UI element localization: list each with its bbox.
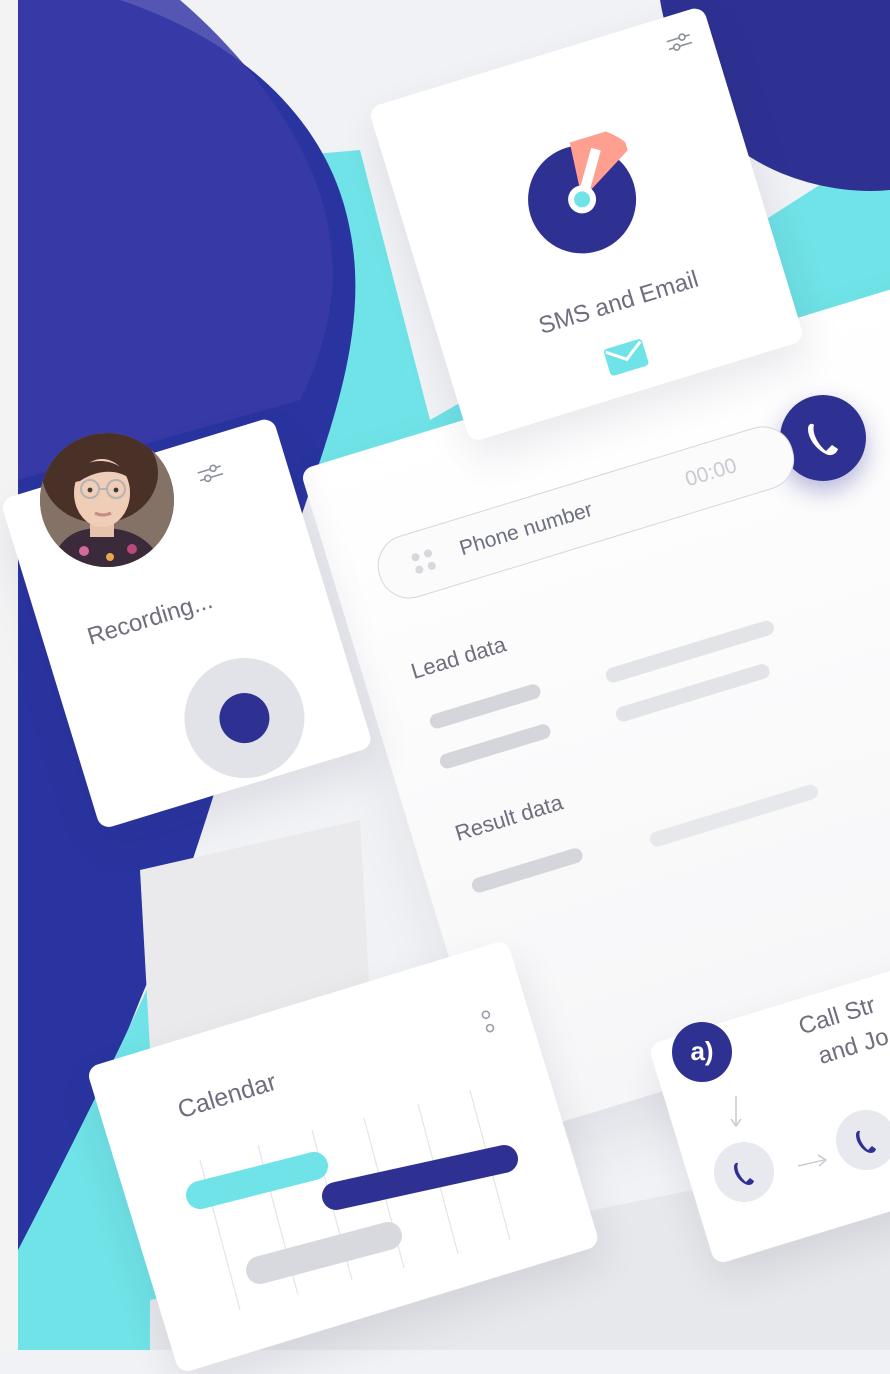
flow-call-button-1[interactable] bbox=[714, 1142, 774, 1202]
phone-icon bbox=[734, 1162, 754, 1185]
flow-call-button-2[interactable] bbox=[836, 1110, 890, 1170]
phone-icon bbox=[856, 1130, 876, 1153]
